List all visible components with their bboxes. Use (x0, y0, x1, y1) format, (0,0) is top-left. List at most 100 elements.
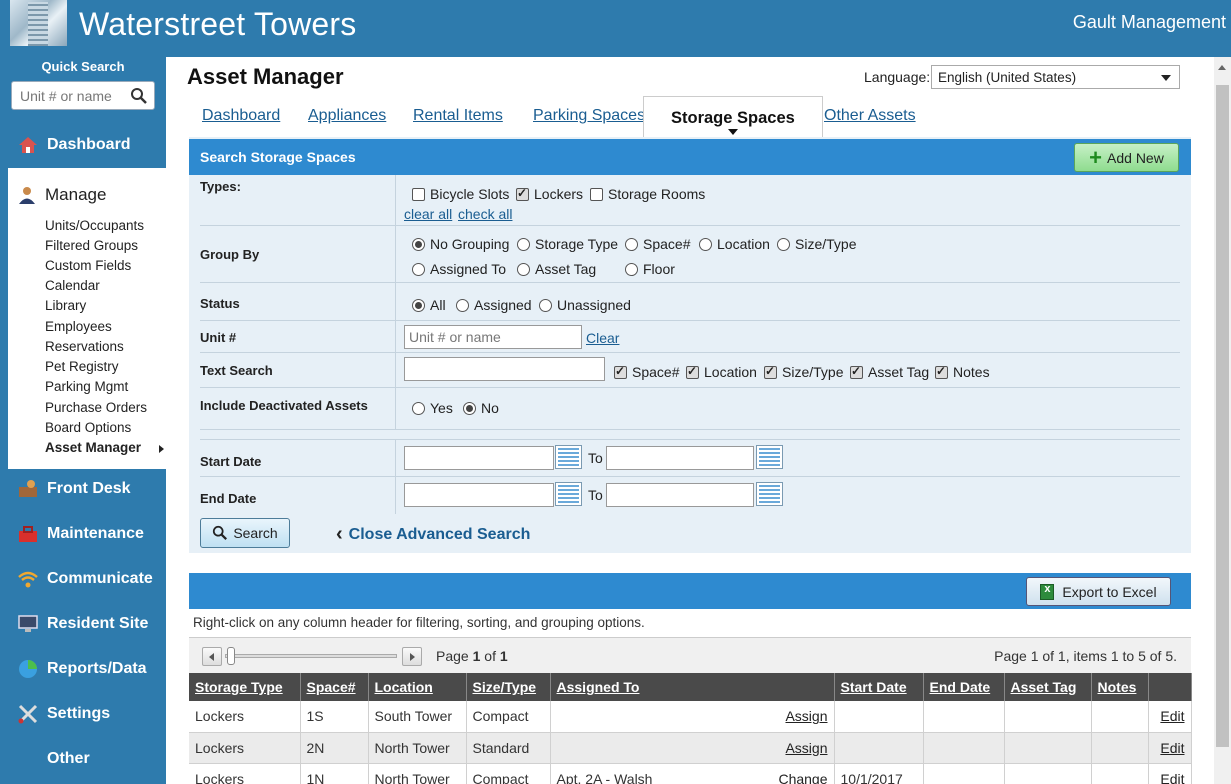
status-assigned[interactable]: Assigned (456, 297, 532, 313)
check-all-link[interactable]: check all (458, 206, 512, 222)
tab-dashboard[interactable]: Dashboard (202, 107, 280, 125)
group-size-type[interactable]: Size/Type (777, 236, 856, 252)
change-link[interactable]: Change (778, 771, 827, 784)
manage-item-calendar[interactable]: Calendar (45, 278, 100, 293)
cell-asset-tag (1004, 701, 1092, 733)
checkbox-bicycle-slots[interactable] (412, 187, 425, 201)
column-header-location[interactable]: Location (368, 673, 467, 701)
top-header: Waterstreet Towers Gault Management (0, 0, 1231, 57)
manage-item-filtered-groups[interactable]: Filtered Groups (45, 238, 138, 253)
calendar-icon[interactable] (555, 482, 582, 506)
add-new-button[interactable]: + Add New (1074, 143, 1179, 172)
group-storage-type[interactable]: Storage Type (517, 236, 618, 252)
group-floor[interactable]: Floor (625, 261, 675, 277)
assign-link[interactable]: Assign (785, 708, 827, 724)
unit-input[interactable] (404, 325, 582, 349)
start-date-from-input[interactable] (404, 446, 554, 470)
manage-item-library[interactable]: Library (45, 298, 86, 313)
group-no-grouping[interactable]: No Grouping (412, 236, 509, 252)
column-header-space[interactable]: Space# (300, 673, 369, 701)
tab-rental-items[interactable]: Rental Items (413, 107, 503, 125)
manage-title[interactable]: Manage (17, 185, 106, 205)
edit-link[interactable]: Edit (1160, 771, 1184, 784)
deactivated-no[interactable]: No (463, 400, 499, 416)
status-all[interactable]: All (412, 297, 446, 313)
cell-notes (1091, 701, 1149, 733)
manage-item-parking-mgmt[interactable]: Parking Mgmt (45, 379, 128, 394)
nav-other[interactable]: Other (0, 741, 166, 777)
manage-item-employees[interactable]: Employees (45, 319, 112, 334)
type-bicycle-slots[interactable]: Bicycle Slots (412, 186, 509, 202)
text-field-space[interactable]: Space# (614, 364, 679, 380)
start-date-to-input[interactable] (606, 446, 754, 470)
calendar-icon[interactable] (756, 482, 783, 506)
tab-appliances[interactable]: Appliances (308, 107, 386, 125)
column-header-size-type[interactable]: Size/Type (466, 673, 551, 701)
nav-settings[interactable]: Settings (0, 696, 166, 732)
caret-down-icon (727, 129, 738, 135)
manage-item-pet-registry[interactable]: Pet Registry (45, 359, 119, 374)
tab-parking-spaces[interactable]: Parking Spaces (533, 107, 645, 125)
assign-link[interactable]: Assign (785, 740, 827, 756)
tab-storage-spaces[interactable]: Storage Spaces (643, 96, 823, 137)
text-field-size-type[interactable]: Size/Type (764, 364, 843, 380)
text-field-asset-tag[interactable]: Asset Tag (850, 364, 929, 380)
cell-asset-tag (1004, 732, 1092, 764)
status-unassigned[interactable]: Unassigned (539, 297, 631, 313)
text-field-notes[interactable]: Notes (935, 364, 990, 380)
type-storage-rooms[interactable]: Storage Rooms (590, 186, 705, 202)
calendar-icon[interactable] (555, 445, 582, 469)
prev-page-button[interactable] (202, 647, 222, 666)
unit-clear-link[interactable]: Clear (586, 330, 619, 346)
column-header-assigned-to[interactable]: Assigned To (550, 673, 835, 701)
end-date-to-input[interactable] (606, 483, 754, 507)
nav-dashboard[interactable]: Dashboard (0, 127, 166, 163)
group-asset-tag[interactable]: Asset Tag (517, 261, 596, 277)
text-search-input[interactable] (404, 357, 605, 381)
nav-maintenance[interactable]: Maintenance (0, 516, 166, 552)
tab-other-assets[interactable]: Other Assets (824, 107, 916, 125)
search-button[interactable]: Search (200, 518, 290, 548)
type-lockers[interactable]: Lockers (516, 186, 583, 202)
building-logo[interactable] (10, 0, 67, 46)
page-scrollbar[interactable] (1214, 57, 1231, 784)
manage-item-board-options[interactable]: Board Options (45, 420, 131, 435)
manage-item-units[interactable]: Units/Occupants (45, 218, 144, 233)
nav-resident-site[interactable]: Resident Site (0, 606, 166, 642)
group-space[interactable]: Space# (625, 236, 690, 252)
manage-item-asset-manager[interactable]: Asset Manager (45, 440, 141, 455)
manage-item-reservations[interactable]: Reservations (45, 339, 124, 354)
text-field-location[interactable]: Location (686, 364, 757, 380)
scroll-up-icon[interactable] (1218, 65, 1226, 70)
clear-all-link[interactable]: clear all (404, 206, 452, 222)
checkbox-lockers[interactable] (516, 186, 529, 201)
close-advanced-search-link[interactable]: ‹ Close Advanced Search (336, 523, 530, 546)
page-slider[interactable] (225, 654, 397, 658)
search-icon[interactable] (130, 87, 148, 105)
group-location[interactable]: Location (699, 236, 770, 252)
column-header-asset-tag[interactable]: Asset Tag (1004, 673, 1092, 701)
export-to-excel-button[interactable]: Export to Excel (1026, 577, 1171, 606)
column-header-end-date[interactable]: End Date (923, 673, 1005, 701)
language-select[interactable]: English (United States) (931, 65, 1180, 89)
search-button-label: Search (233, 525, 278, 541)
edit-link[interactable]: Edit (1160, 740, 1184, 756)
end-date-from-input[interactable] (404, 483, 554, 507)
next-page-button[interactable] (402, 647, 422, 666)
page-slider-thumb[interactable] (227, 647, 235, 665)
scrollbar-thumb[interactable] (1216, 85, 1229, 747)
column-header-start-date[interactable]: Start Date (834, 673, 924, 701)
nav-communicate[interactable]: Communicate (0, 561, 166, 597)
checkbox-storage-rooms[interactable] (590, 187, 603, 201)
column-header-notes[interactable]: Notes (1091, 673, 1149, 701)
column-header-storage-type[interactable]: Storage Type (189, 673, 301, 701)
calendar-icon[interactable] (756, 445, 783, 469)
group-assigned-to[interactable]: Assigned To (412, 261, 506, 277)
manage-item-custom-fields[interactable]: Custom Fields (45, 258, 131, 273)
edit-link[interactable]: Edit (1160, 708, 1184, 724)
deactivated-yes[interactable]: Yes (412, 400, 453, 416)
nav-front-desk[interactable]: Front Desk (0, 471, 166, 507)
quick-search-input[interactable] (12, 82, 124, 109)
manage-item-purchase-orders[interactable]: Purchase Orders (45, 400, 147, 415)
nav-reports-data[interactable]: Reports/Data (0, 651, 166, 687)
